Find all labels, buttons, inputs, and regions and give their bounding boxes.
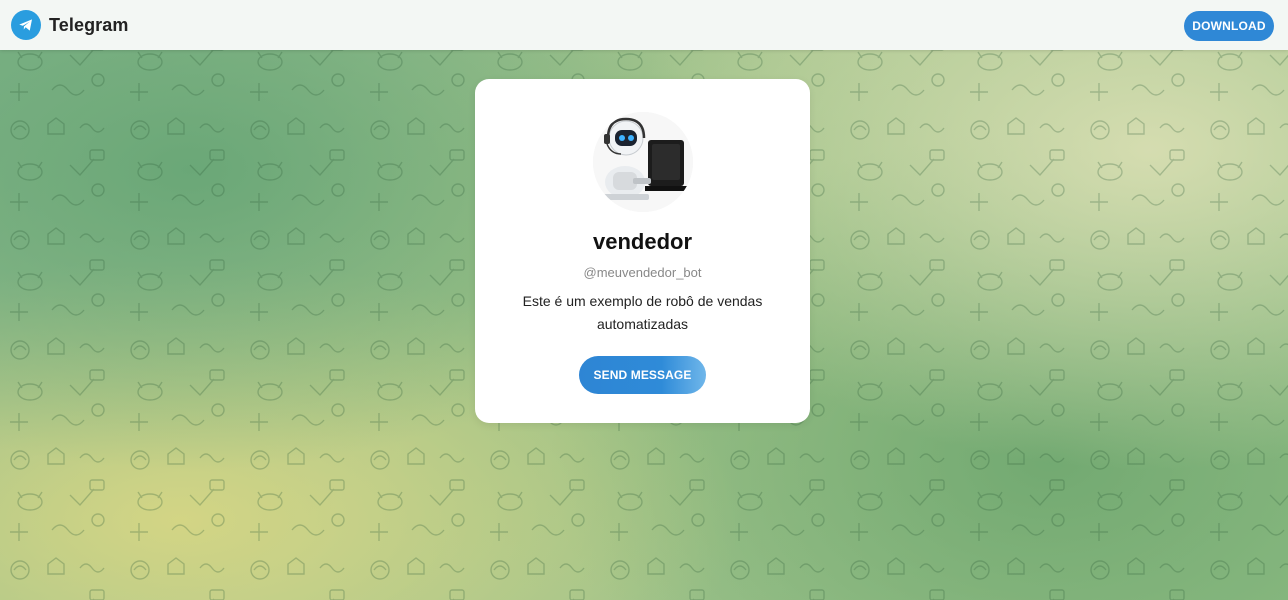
send-message-button[interactable]: SEND MESSAGE	[579, 356, 706, 394]
bot-avatar	[593, 112, 693, 212]
telegram-logo-link[interactable]: Telegram	[11, 10, 129, 40]
telegram-logo-icon	[11, 10, 41, 40]
bot-description: Este é um exemplo de robô de vendas auto…	[522, 293, 763, 332]
page: Telegram DOWNLOAD vendedor @meuvendedor_…	[0, 0, 1288, 600]
app-name: Telegram	[49, 14, 129, 35]
bot-profile-card: vendedor @meuvendedor_bot Este é um exem…	[475, 79, 810, 423]
robot-avatar-image	[593, 112, 693, 212]
top-header: Telegram DOWNLOAD	[0, 0, 1288, 50]
bot-name: vendedor	[592, 229, 693, 254]
download-button[interactable]: DOWNLOAD	[1184, 11, 1274, 41]
bot-username: @meuvendedor_bot	[583, 265, 702, 280]
